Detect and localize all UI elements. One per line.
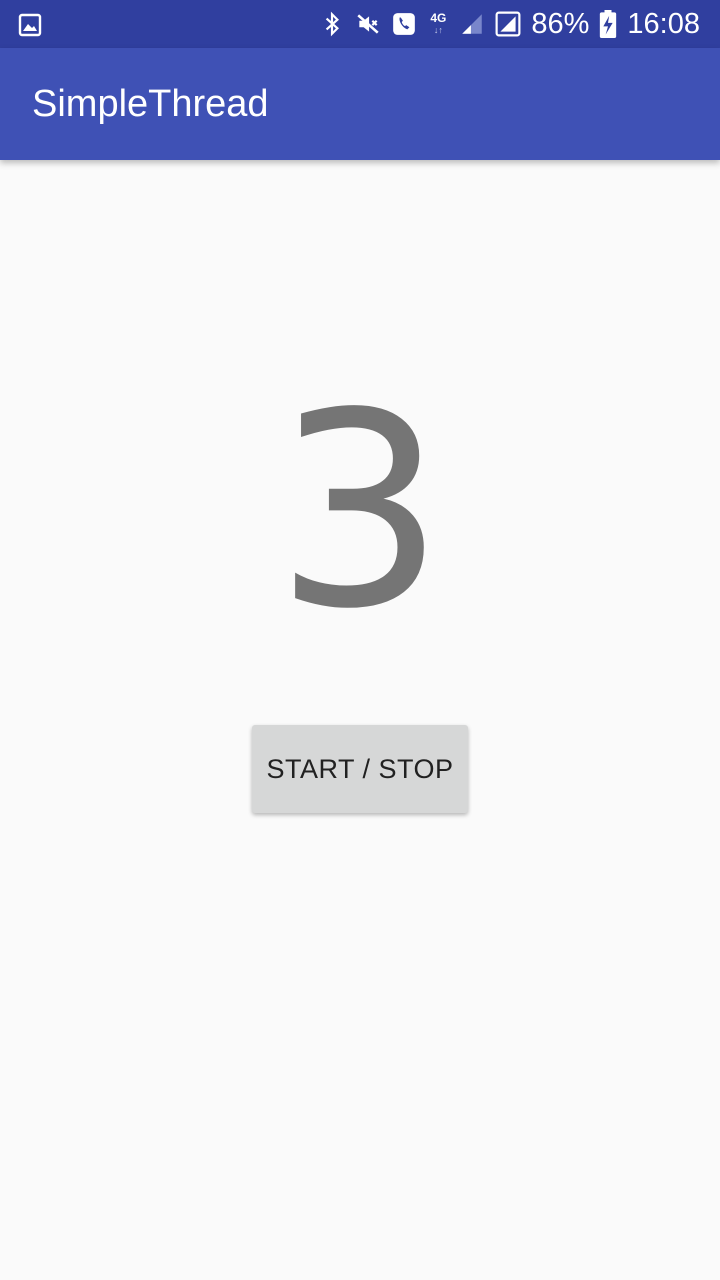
- data-activity-icon: ↓↑: [433, 25, 443, 35]
- signal-icon: [462, 14, 483, 34]
- signal-boxed-icon: [495, 11, 521, 37]
- battery-percent: 86%: [531, 7, 590, 40]
- call-icon: [393, 13, 416, 35]
- gallery-icon: [18, 13, 42, 37]
- app-title: SimpleThread: [32, 83, 269, 125]
- bluetooth-icon: [326, 11, 340, 37]
- network-type-indicator: 4G ↓↑: [427, 12, 449, 36]
- counter-display: 3: [274, 356, 446, 668]
- status-bar: 4G ↓↑ 86% 16:08: [0, 0, 720, 48]
- clock: 16:08: [627, 7, 700, 40]
- battery-charging-icon: [600, 10, 617, 38]
- mute-icon: [357, 14, 379, 34]
- network-type-label: 4G: [430, 11, 447, 25]
- status-icons: 4G ↓↑ 86% 16:08: [319, 0, 700, 48]
- app-bar: SimpleThread: [0, 48, 720, 160]
- start-stop-button[interactable]: START / STOP: [252, 725, 468, 813]
